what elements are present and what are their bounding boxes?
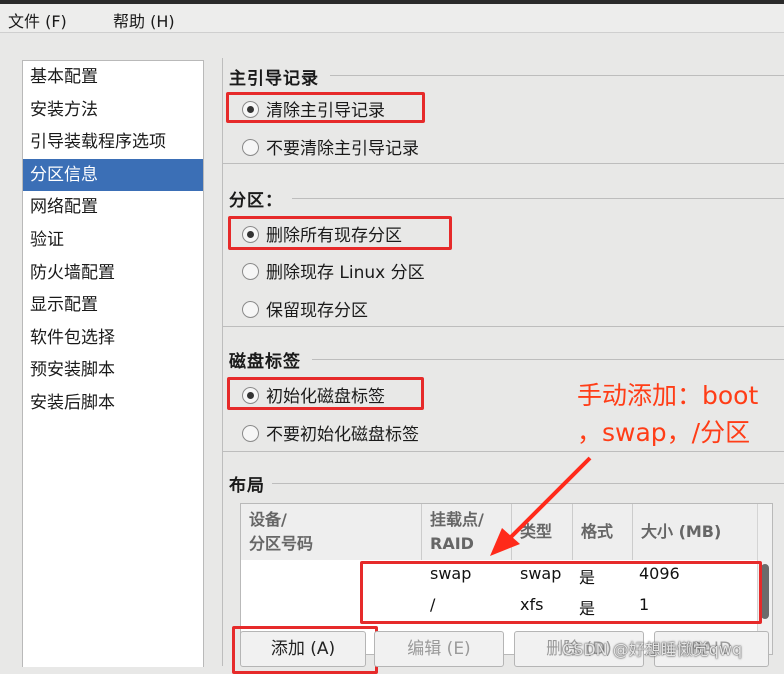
annotation-arrow-icon — [490, 456, 592, 556]
